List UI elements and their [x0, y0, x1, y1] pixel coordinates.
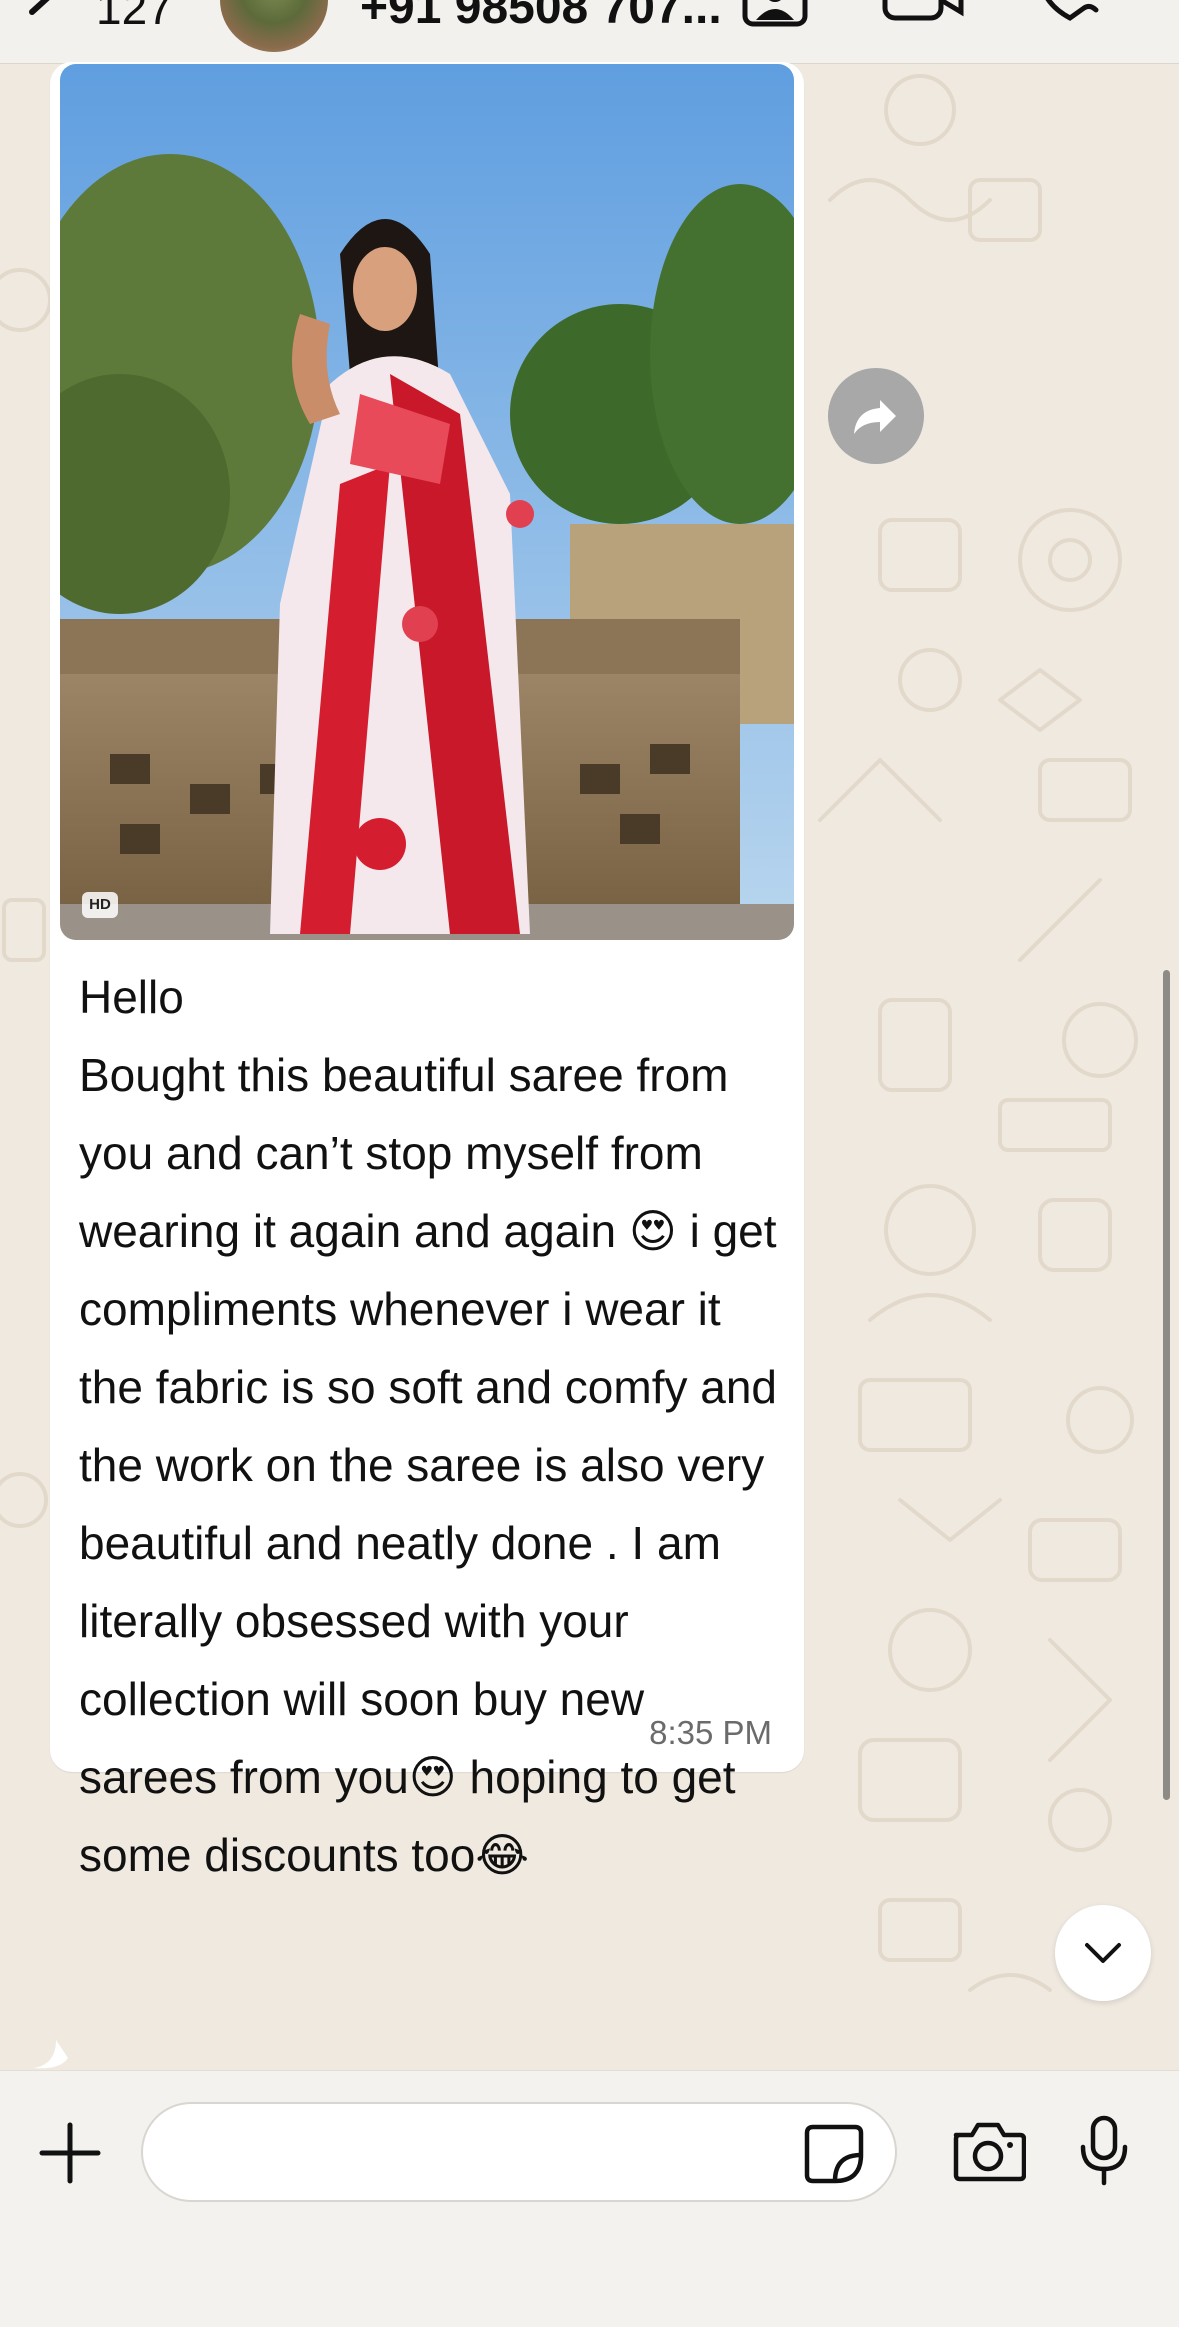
avatar[interactable] — [220, 0, 328, 52]
video-call-icon[interactable] — [882, 0, 966, 28]
message-bubble[interactable]: HD Hello Bought this beautiful saree fro… — [50, 62, 804, 1881]
back-icon[interactable] — [20, 0, 64, 32]
camera-icon[interactable] — [950, 2119, 1026, 2185]
scroll-to-bottom-button[interactable] — [1055, 1905, 1151, 2001]
hd-badge: HD — [82, 892, 118, 918]
scrollbar[interactable] — [1163, 970, 1170, 1800]
message-input[interactable] — [141, 2102, 897, 2202]
contact-card-icon[interactable] — [742, 0, 808, 28]
chevron-down-icon — [1085, 1943, 1121, 1963]
microphone-icon[interactable] — [1078, 2115, 1130, 2187]
chat-header: 127 +91 98508 707... — [0, 0, 1179, 64]
forward-button[interactable] — [828, 368, 924, 464]
plus-icon[interactable] — [36, 2119, 104, 2187]
message-timestamp: 8:35 PM — [649, 1714, 772, 1751]
bubble-tail — [34, 2040, 68, 2069]
forward-arrow-icon — [854, 400, 896, 434]
message-image[interactable]: HD — [60, 64, 794, 940]
contact-name[interactable]: +91 98508 707... — [360, 0, 722, 38]
message-text: Hello Bought this beautiful saree from y… — [79, 971, 778, 1881]
unread-count[interactable]: 127 — [96, 0, 173, 38]
composer-bar — [0, 2070, 1179, 2327]
saree-photo — [60, 64, 794, 940]
phone-call-icon[interactable] — [1036, 0, 1100, 28]
sticker-icon[interactable] — [803, 2123, 865, 2185]
